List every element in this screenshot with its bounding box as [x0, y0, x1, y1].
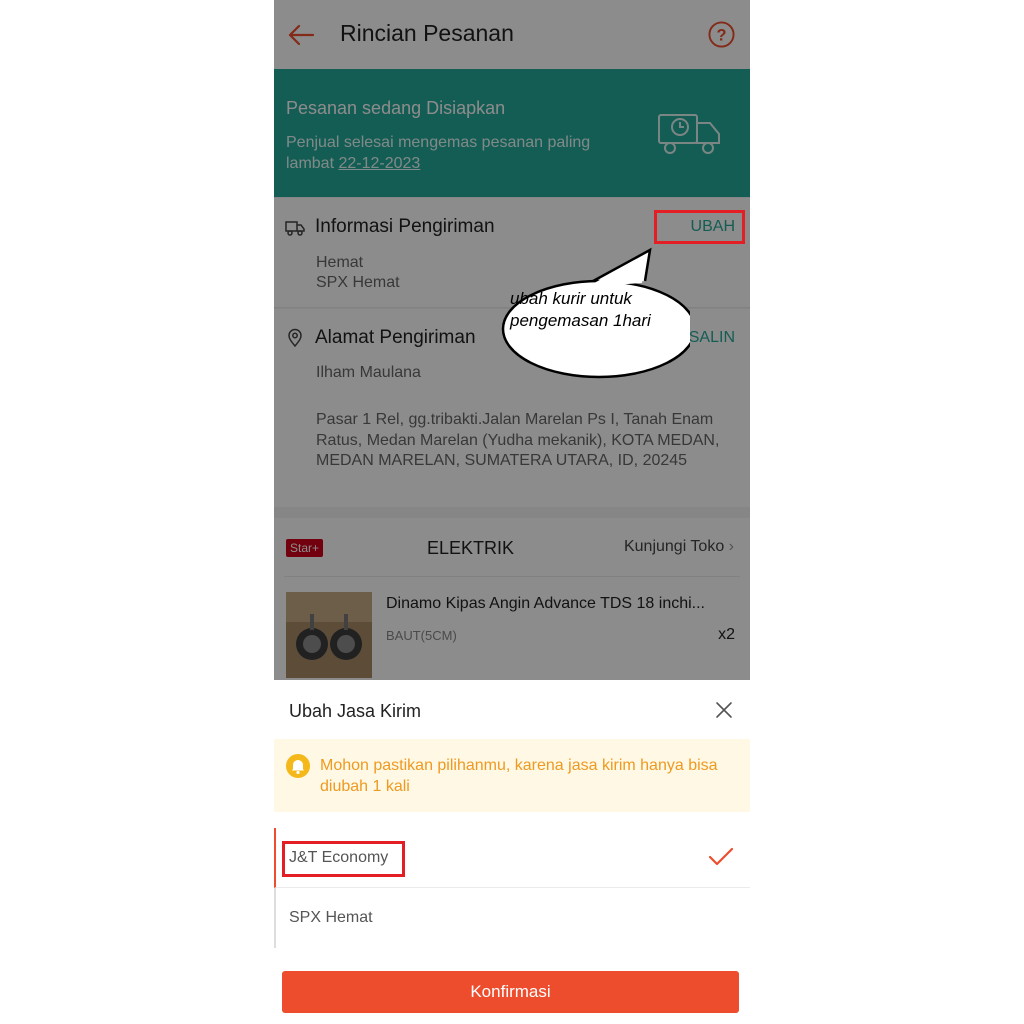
- change-courier-sheet: Ubah Jasa Kirim Mohon pastikan pilihanmu…: [274, 680, 750, 1024]
- warning-banner: Mohon pastikan pilihanmu, karena jasa ki…: [274, 739, 750, 812]
- close-icon[interactable]: [714, 700, 734, 720]
- jt-economy-highlight-box: [282, 841, 405, 877]
- checkmark-icon: [708, 847, 734, 866]
- ubah-highlight-box: [654, 210, 745, 244]
- courier-option-spx-hemat[interactable]: SPX Hemat: [274, 888, 750, 948]
- bell-icon: [286, 754, 310, 778]
- sheet-title: Ubah Jasa Kirim: [289, 701, 422, 721]
- annotation-text: ubah kurir untuk pengemasan 1hari: [510, 289, 651, 330]
- confirm-button[interactable]: Konfirmasi: [282, 971, 739, 1013]
- phone-screen: Rincian Pesanan ? Pesanan sedang Disiapk…: [274, 0, 750, 1024]
- courier-option-label: SPX Hemat: [289, 909, 373, 926]
- warning-text: Mohon pastikan pilihanmu, karena jasa ki…: [320, 757, 718, 795]
